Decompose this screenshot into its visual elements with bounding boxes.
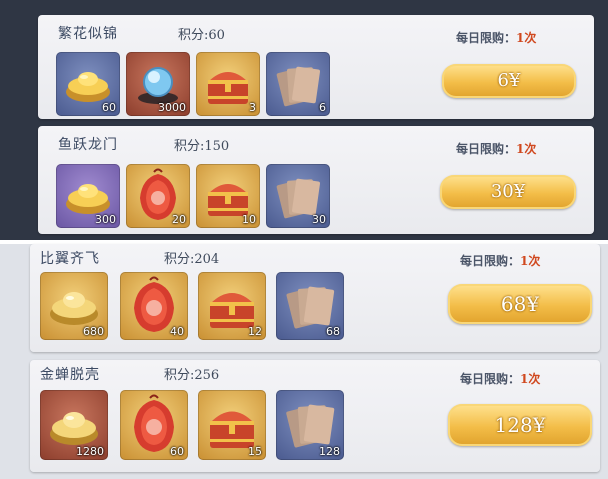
pack-title: 比翼齐飞	[40, 251, 100, 267]
daily-limit-count: 1次	[520, 254, 541, 268]
pack-score: 积分:150	[174, 139, 230, 154]
daily-limit-label: 每日限购：	[456, 31, 517, 45]
pack-score: 积分:60	[178, 28, 225, 43]
item-quantity: 12	[248, 325, 262, 338]
price-label: 30¥	[490, 181, 526, 202]
item-slot[interactable]: 12	[198, 272, 266, 340]
item-quantity: 15	[248, 445, 262, 458]
item-quantity: 20	[172, 213, 186, 226]
item-slot[interactable]: 10	[196, 164, 260, 228]
item-quantity: 40	[170, 325, 184, 338]
item-quantity: 60	[102, 101, 116, 114]
item-slot[interactable]: 68	[276, 272, 344, 340]
pack-title: 金蝉脱壳	[40, 367, 100, 383]
item-quantity: 1280	[76, 445, 104, 458]
item-quantity: 3000	[158, 101, 186, 114]
item-slot[interactable]: 40	[120, 272, 188, 340]
item-quantity: 3	[249, 101, 256, 114]
item-slot[interactable]: 3000	[126, 52, 190, 116]
item-quantity: 300	[95, 213, 116, 226]
pack-score: 积分:256	[164, 368, 220, 383]
daily-limit-label: 每日限购：	[460, 372, 521, 386]
item-slot[interactable]: 60	[120, 390, 188, 460]
price-label: 128¥	[494, 413, 546, 437]
price-label: 6¥	[497, 70, 521, 91]
item-quantity: 68	[326, 325, 340, 338]
buy-button[interactable]: 128¥	[448, 404, 592, 446]
pack-card-4: 金蝉脱壳 积分:256 每日限购：1次 1280 60 15 128 128¥	[30, 360, 600, 472]
daily-limit: 每日限购：1次	[456, 140, 536, 157]
item-slot[interactable]: 1280	[40, 390, 108, 460]
daily-limit: 每日限购：1次	[460, 252, 540, 269]
daily-limit-count: 1次	[516, 142, 537, 156]
pack-title: 鱼跃龙门	[58, 137, 118, 153]
daily-limit-label: 每日限购：	[456, 142, 517, 156]
item-quantity: 10	[242, 213, 256, 226]
buy-button[interactable]: 68¥	[448, 284, 592, 324]
pack-score: 积分:204	[164, 252, 220, 267]
pack-card-2: 鱼跃龙门 积分:150 每日限购：1次 300 20 10 30 30¥	[38, 126, 594, 234]
item-slot[interactable]: 128	[276, 390, 344, 460]
item-quantity: 30	[312, 213, 326, 226]
daily-limit-count: 1次	[516, 31, 537, 45]
daily-limit: 每日限购：1次	[456, 29, 536, 46]
item-slot[interactable]: 6	[266, 52, 330, 116]
item-quantity: 6	[319, 101, 326, 114]
item-slot[interactable]: 300	[56, 164, 120, 228]
daily-limit-label: 每日限购：	[460, 254, 521, 268]
buy-button[interactable]: 6¥	[442, 64, 576, 98]
buy-button[interactable]: 30¥	[440, 175, 576, 209]
item-slot[interactable]: 680	[40, 272, 108, 340]
item-slot[interactable]: 15	[198, 390, 266, 460]
daily-limit-count: 1次	[520, 372, 541, 386]
pack-title: 繁花似锦	[58, 26, 118, 42]
daily-limit: 每日限购：1次	[460, 370, 540, 387]
pack-card-3: 比翼齐飞 积分:204 每日限购：1次 680 40 12 68 68¥	[30, 244, 600, 352]
item-slot[interactable]: 60	[56, 52, 120, 116]
pack-card-1: 繁花似锦 积分:60 每日限购：1次 60 3000 3 6 6¥	[38, 15, 594, 119]
item-slot[interactable]: 20	[126, 164, 190, 228]
item-quantity: 60	[170, 445, 184, 458]
item-slot[interactable]: 30	[266, 164, 330, 228]
item-quantity: 128	[319, 445, 340, 458]
item-slot[interactable]: 3	[196, 52, 260, 116]
item-quantity: 680	[83, 325, 104, 338]
price-label: 68¥	[500, 292, 540, 316]
